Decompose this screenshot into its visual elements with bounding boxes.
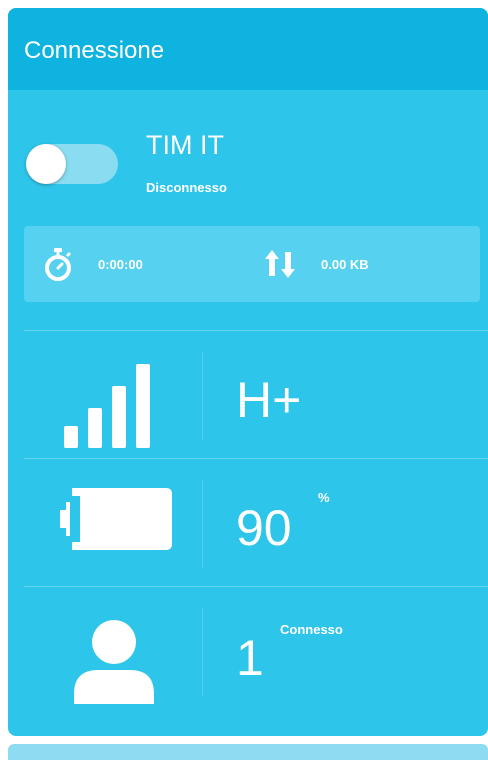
section-divider (24, 330, 488, 331)
traffic-amount: 0.00 KB (321, 257, 369, 272)
connection-duration: 0:00:00 (98, 257, 143, 272)
network-name: TIM IT (146, 130, 224, 160)
toggle-knob[interactable] (26, 144, 66, 184)
connection-status: Disconnesso (146, 180, 227, 195)
client-count: 1 (236, 630, 264, 686)
section-divider (24, 586, 488, 587)
connection-toggle[interactable] (26, 144, 118, 184)
row-divider (202, 480, 203, 568)
user-icon (74, 620, 154, 704)
next-card-edge (8, 744, 488, 760)
battery-level: 90 (236, 500, 292, 556)
battery-icon (60, 488, 172, 550)
section-divider (24, 458, 488, 459)
up-down-arrows-icon (265, 250, 295, 278)
connection-card: Connessione TIM IT Disconnesso 0:00:00 0… (8, 8, 488, 736)
card-header: Connessione (8, 8, 488, 90)
stopwatch-icon (45, 248, 72, 281)
card-title: Connessione (24, 37, 165, 64)
battery-unit: % (318, 490, 330, 505)
network-type: H+ (236, 372, 302, 428)
signal-bars-icon (64, 364, 150, 448)
row-divider (202, 352, 203, 440)
row-divider (202, 608, 203, 696)
client-label: Connesso (280, 622, 343, 637)
stats-box: 0:00:00 0.00 KB (24, 226, 480, 302)
